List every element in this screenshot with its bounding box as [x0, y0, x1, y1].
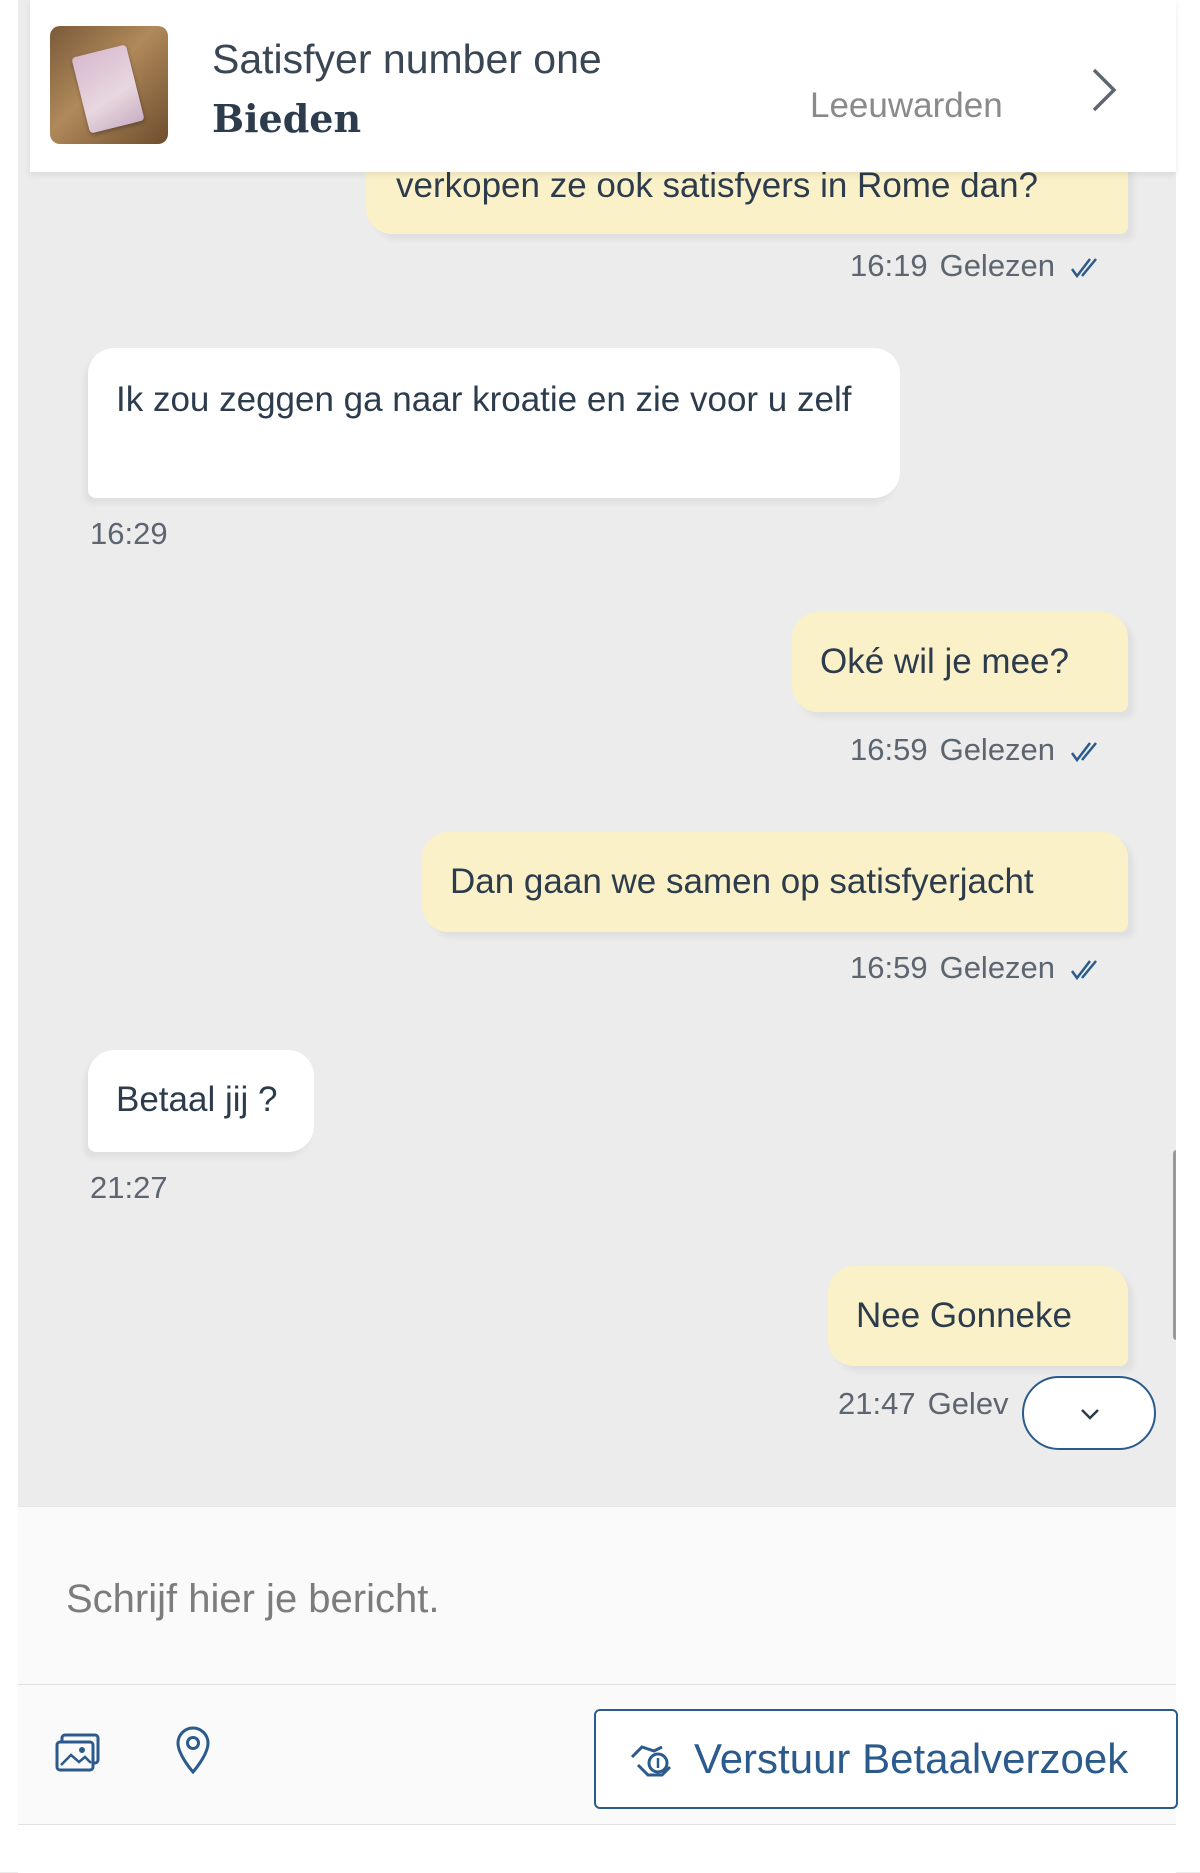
message-text: Betaal jij ?	[116, 1080, 278, 1119]
read-status: Gelezen	[939, 248, 1056, 283]
message-text: Oké wil je mee?	[820, 642, 1069, 681]
chevron-down-icon	[1081, 1409, 1099, 1420]
message-meta: 16:59 Gelezen	[850, 732, 1100, 768]
left-frame	[0, 0, 18, 1872]
message-time: 16:59	[850, 732, 928, 767]
message-text: Dan gaan we samen op satisfyerjacht	[450, 862, 1034, 901]
double-check-icon	[1070, 742, 1097, 762]
payment-hand-icon	[630, 1745, 672, 1777]
message-meta: 16:59 Gelezen	[850, 950, 1100, 986]
ad-title[interactable]: Satisfyer number one	[212, 36, 602, 83]
message-bubble-outgoing[interactable]: Nee Gonneke	[828, 1266, 1128, 1366]
double-check-icon	[1070, 960, 1097, 980]
right-frame	[1175, 0, 1200, 1872]
message-time: 16:19	[850, 248, 928, 283]
message-text: Ik zou zeggen ga naar kroatie en zie voo…	[116, 380, 852, 419]
read-status: Gelev	[927, 1386, 1009, 1421]
message-bubble-outgoing[interactable]: Oké wil je mee?	[792, 612, 1128, 712]
message-composer[interactable]: Schrijf hier je bericht.	[18, 1506, 1176, 1685]
message-bubble-outgoing[interactable]: Dan gaan we samen op satisfyerjacht	[422, 832, 1128, 932]
chat-area[interactable]: verkopen ze ook satisfyers in Rome dan? …	[18, 0, 1176, 1506]
message-input[interactable]: Schrijf hier je bericht.	[66, 1577, 439, 1622]
scroll-to-bottom-button[interactable]	[1022, 1376, 1156, 1450]
message-meta: 21:47 Gelev	[838, 1386, 1009, 1422]
ad-location: Leeuwarden	[810, 86, 1003, 125]
message-meta: 16:29	[90, 516, 168, 552]
read-status: Gelezen	[939, 732, 1056, 767]
composer-toolbar: Verstuur Betaalverzoek	[18, 1684, 1178, 1825]
message-bubble-incoming[interactable]: Ik zou zeggen ga naar kroatie en zie voo…	[88, 348, 900, 498]
message-time: 16:59	[850, 950, 928, 985]
send-payment-request-label: Verstuur Betaalverzoek	[694, 1735, 1129, 1782]
double-check-icon	[1070, 258, 1097, 278]
message-text: Nee Gonneke	[856, 1296, 1072, 1335]
message-time: 21:27	[90, 1170, 168, 1205]
ad-action-label[interactable]: Bieden	[212, 96, 361, 141]
message-time: 16:29	[90, 516, 168, 551]
message-meta: 21:27	[90, 1170, 168, 1206]
chevron-right-icon[interactable]	[1080, 60, 1130, 120]
location-pin-icon[interactable]	[174, 1725, 212, 1775]
message-time: 21:47	[838, 1386, 916, 1421]
product-thumbnail[interactable]	[50, 26, 168, 144]
message-meta: 16:19 Gelezen	[850, 248, 1100, 284]
bottom-navigation-strip	[18, 1824, 1176, 1873]
send-payment-request-button[interactable]: Verstuur Betaalverzoek	[594, 1709, 1178, 1809]
product-box-image	[71, 44, 145, 134]
message-bubble-incoming[interactable]: Betaal jij ?	[88, 1050, 314, 1152]
read-status: Gelezen	[939, 950, 1056, 985]
conversation-header[interactable]: Satisfyer number one Bieden Leeuwarden	[30, 0, 1176, 172]
photo-icon[interactable]	[54, 1731, 102, 1775]
scrollbar[interactable]	[1173, 1150, 1176, 1340]
